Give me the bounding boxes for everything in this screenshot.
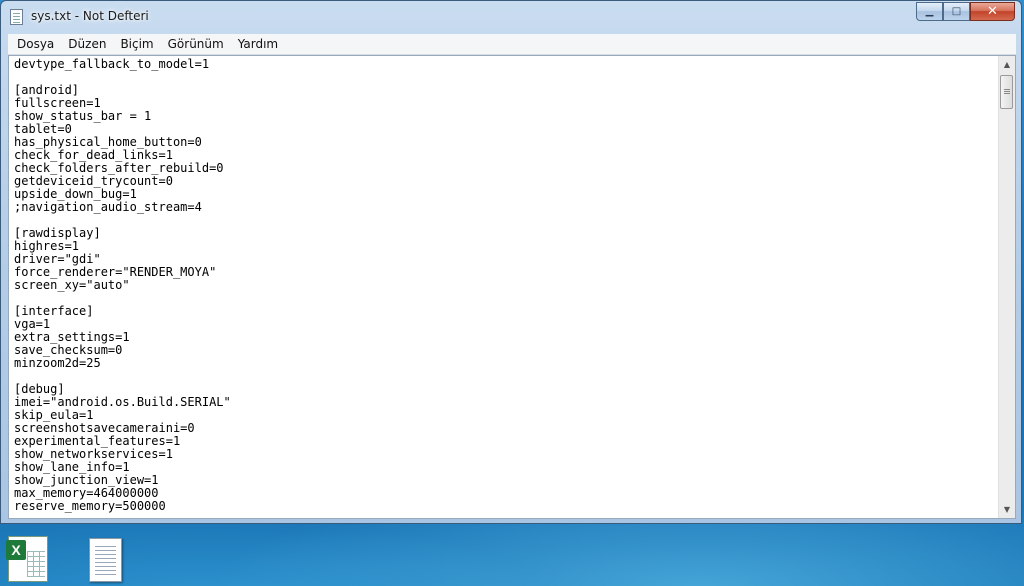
title-bar[interactable]: sys.txt - Not Defteri ▁ □ ✕: [1, 1, 1021, 34]
vertical-scrollbar[interactable]: ▲ ▼: [998, 56, 1015, 518]
text-line: show_status_bar = 1: [14, 110, 999, 123]
text-line: show_junction_view=1: [14, 474, 999, 487]
scroll-down-icon: ▼: [1004, 505, 1010, 514]
text-lines-icon: [95, 546, 116, 547]
maximize-button[interactable]: □: [943, 2, 970, 21]
notepad-icon: [10, 9, 23, 25]
text-line: reserve_memory=500000: [14, 500, 999, 513]
minimize-button[interactable]: ▁: [916, 2, 943, 21]
spreadsheet-grid-icon: [27, 551, 45, 577]
caption-buttons: ▁ □ ✕: [916, 2, 1015, 22]
menu-yardim[interactable]: Yardım: [231, 34, 285, 54]
notepad-window: sys.txt - Not Defteri ▁ □ ✕ Dosya Düzen …: [0, 0, 1022, 524]
excel-badge: X: [6, 540, 26, 560]
text-line: [rawdisplay]: [14, 227, 999, 240]
text-line: highres=1: [14, 240, 999, 253]
text-editor[interactable]: devtype_fallback_to_model=1 [android]full…: [8, 55, 1016, 519]
text-line: [14, 370, 999, 383]
text-line: [14, 214, 999, 227]
text-line: save_checksum=0: [14, 344, 999, 357]
menu-duzen[interactable]: Düzen: [61, 34, 113, 54]
text-file-icon[interactable]: [89, 538, 122, 582]
text-line: force_renderer="RENDER_MOYA": [14, 266, 999, 279]
scroll-up-icon: ▲: [1004, 60, 1010, 69]
text-line: [android]: [14, 84, 999, 97]
menu-bar: Dosya Düzen Biçim Görünüm Yardım: [8, 34, 1016, 55]
editor-text-area[interactable]: devtype_fallback_to_model=1 [android]full…: [14, 58, 999, 516]
minimize-icon: ▁: [926, 6, 934, 17]
scroll-down-button[interactable]: ▼: [999, 501, 1015, 518]
text-line: [14, 71, 999, 84]
text-line: getdeviceid_trycount=0: [14, 175, 999, 188]
window-title: sys.txt - Not Defteri: [31, 9, 149, 23]
scroll-up-button[interactable]: ▲: [999, 56, 1015, 73]
text-line: show_lane_info=1: [14, 461, 999, 474]
excel-file-icon[interactable]: X: [8, 536, 48, 582]
text-line: fullscreen=1: [14, 97, 999, 110]
scroll-thumb[interactable]: [1000, 75, 1013, 109]
text-line: minzoom2d=25: [14, 357, 999, 370]
text-line: screen_xy="auto": [14, 279, 999, 292]
text-line: imei="android.os.Build.SERIAL": [14, 396, 999, 409]
menu-dosya[interactable]: Dosya: [8, 34, 61, 54]
close-button[interactable]: ✕: [970, 2, 1015, 21]
menu-bicim[interactable]: Biçim: [113, 34, 160, 54]
text-line: [14, 292, 999, 305]
text-line: [interface]: [14, 305, 999, 318]
close-icon: ✕: [987, 4, 998, 19]
text-line: ;navigation_audio_stream=4: [14, 201, 999, 214]
menu-gorunum[interactable]: Görünüm: [161, 34, 231, 54]
text-line: devtype_fallback_to_model=1: [14, 58, 999, 71]
text-line: extra_settings=1: [14, 331, 999, 344]
maximize-icon: □: [952, 6, 961, 17]
text-line: show_networkservices=1: [14, 448, 999, 461]
text-line: vga=1: [14, 318, 999, 331]
